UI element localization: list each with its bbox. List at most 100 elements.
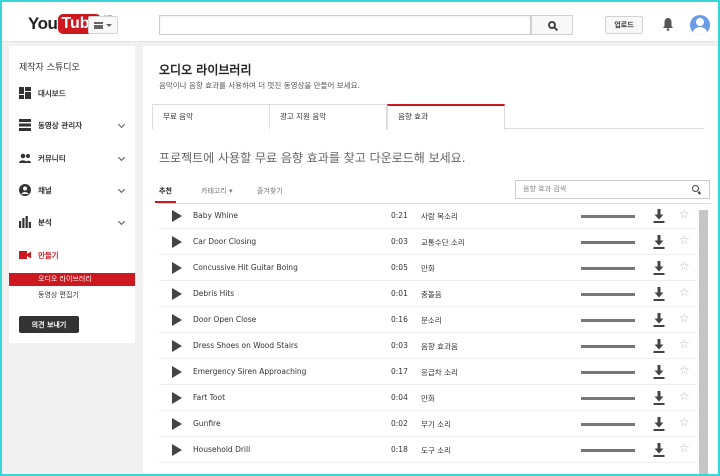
waveform[interactable] [581, 397, 635, 400]
waveform[interactable] [581, 215, 635, 218]
play-icon[interactable] [172, 236, 182, 248]
table-row[interactable]: Gunfire 0:02 무기 소리 ☆ [159, 411, 697, 437]
scrollbar-thumb[interactable] [699, 210, 708, 474]
table-row[interactable]: Fart Toot 0:04 만화 ☆ [159, 385, 697, 411]
waveform[interactable] [581, 267, 635, 270]
sidebar-item-label: 채널 [38, 185, 52, 195]
download-icon[interactable] [653, 287, 665, 301]
sound-category[interactable]: 만화 [421, 393, 435, 404]
tab-sound-effects[interactable]: 음향 효과 [387, 104, 505, 130]
filter-recommended[interactable]: 추천 [155, 183, 176, 203]
tab-ad-supported-music[interactable]: 광고 지원 음악 [269, 104, 387, 129]
download-icon[interactable] [653, 313, 665, 327]
star-icon[interactable]: ☆ [679, 337, 690, 351]
sound-duration: 0:01 [391, 289, 408, 298]
sidebar-item-create[interactable]: 만들기 [9, 245, 135, 265]
play-icon[interactable] [172, 340, 182, 352]
star-icon[interactable]: ☆ [679, 441, 690, 455]
sound-category[interactable]: 교통수단 소리 [421, 237, 465, 248]
star-icon[interactable]: ☆ [679, 259, 690, 273]
play-icon[interactable] [172, 392, 182, 404]
table-row[interactable]: Car Door Closing 0:03 교통수단 소리 ☆ [159, 229, 697, 255]
table-row[interactable]: Emergency Siren Approaching 0:17 응급차 소리 ☆ [159, 359, 697, 385]
download-icon[interactable] [653, 261, 665, 275]
play-icon[interactable] [172, 366, 182, 378]
sidebar-item-video-manager[interactable]: 동영상 관리자 [9, 115, 135, 135]
sound-title: Baby Whine [193, 211, 238, 220]
sidebar-item-dashboard[interactable]: 대시보드 [9, 83, 135, 103]
sound-category[interactable]: 응급차 소리 [421, 367, 458, 378]
waveform[interactable] [581, 319, 635, 322]
search-button[interactable] [531, 15, 573, 35]
chevron-down-icon [117, 217, 126, 226]
tab-free-music[interactable]: 무료 음악 [152, 104, 270, 129]
play-icon[interactable] [172, 444, 182, 456]
sound-category[interactable]: 사람 목소리 [421, 211, 458, 222]
filter-favorites[interactable]: 즐겨찾기 [257, 183, 283, 203]
waveform[interactable] [581, 449, 635, 452]
sound-duration: 0:04 [391, 393, 408, 402]
scrollbar[interactable] [699, 210, 708, 474]
star-icon[interactable]: ☆ [679, 363, 690, 377]
sound-category[interactable]: 음향 효과음 [421, 341, 458, 352]
play-icon[interactable] [172, 262, 182, 274]
waveform[interactable] [581, 423, 635, 426]
download-icon[interactable] [653, 443, 665, 457]
sound-title: Gunfire [193, 419, 221, 428]
table-row[interactable]: Dress Shoes on Wood Stairs 0:03 음향 효과음 ☆ [159, 333, 697, 359]
sound-category[interactable]: 무기 소리 [421, 419, 451, 430]
main-panel: 오디오 라이브러리 음악이나 음향 효과를 사용하여 더 멋진 동영상을 만들어… [143, 46, 717, 474]
star-icon[interactable]: ☆ [679, 207, 690, 221]
play-icon[interactable] [172, 314, 182, 326]
sound-category[interactable]: 도구 소리 [421, 445, 451, 456]
bell-icon[interactable] [662, 17, 674, 31]
filter-category[interactable]: 카테고리 ▾ [201, 183, 233, 203]
search-icon [548, 21, 556, 29]
guide-menu-button[interactable] [88, 16, 118, 34]
search-input[interactable] [159, 15, 531, 35]
sound-category[interactable]: 만화 [421, 263, 435, 274]
sidebar-item-community[interactable]: 커뮤니티 [9, 148, 135, 168]
table-row[interactable]: Concussive Hit Guitar Boing 0:05 만화 ☆ [159, 255, 697, 281]
table-row[interactable]: Household Drill 0:18 도구 소리 ☆ [159, 437, 697, 463]
star-icon[interactable]: ☆ [679, 233, 690, 247]
logo-you-text: You [28, 14, 58, 33]
sound-duration: 0:16 [391, 315, 408, 324]
star-icon[interactable]: ☆ [679, 389, 690, 403]
star-icon[interactable]: ☆ [679, 311, 690, 325]
sidebar: 제작자 스튜디오 대시보드 동영상 관리자 커뮤니티 채널 분석 만들기 오디오… [9, 46, 135, 343]
waveform[interactable] [581, 371, 635, 374]
download-icon[interactable] [653, 365, 665, 379]
sound-effect-search-input[interactable]: 음향 효과 검색 [515, 180, 710, 199]
sidebar-item-channel[interactable]: 채널 [9, 180, 135, 200]
community-icon [19, 153, 31, 163]
download-icon[interactable] [653, 235, 665, 249]
play-icon[interactable] [172, 210, 182, 222]
sound-category[interactable]: 충돌음 [421, 289, 442, 300]
download-icon[interactable] [653, 391, 665, 405]
play-icon[interactable] [172, 288, 182, 300]
avatar[interactable] [690, 15, 710, 35]
download-icon[interactable] [653, 339, 665, 353]
waveform[interactable] [581, 241, 635, 244]
feedback-button[interactable]: 의견 보내기 [19, 316, 79, 333]
caret-down-icon [106, 23, 112, 27]
table-row[interactable]: Baby Whine 0:21 사람 목소리 ☆ [159, 203, 697, 229]
search-icon[interactable] [692, 185, 699, 192]
download-icon[interactable] [653, 417, 665, 431]
sidebar-subitem-audio-library[interactable]: 오디오 라이브러리 [9, 273, 135, 286]
sidebar-subitem-video-editor[interactable]: 동영상 편집기 [9, 289, 135, 302]
sound-title: Household Drill [193, 445, 251, 454]
star-icon[interactable]: ☆ [679, 285, 690, 299]
play-icon[interactable] [172, 418, 182, 430]
sound-category[interactable]: 문소리 [421, 315, 442, 326]
upload-button[interactable]: 업로드 [605, 16, 643, 34]
sidebar-item-label: 분석 [38, 217, 52, 227]
waveform[interactable] [581, 345, 635, 348]
waveform[interactable] [581, 293, 635, 296]
sidebar-item-analytics[interactable]: 분석 [9, 212, 135, 232]
table-row[interactable]: Door Open Close 0:16 문소리 ☆ [159, 307, 697, 333]
table-row[interactable]: Debris Hits 0:01 충돌음 ☆ [159, 281, 697, 307]
download-icon[interactable] [653, 209, 665, 223]
star-icon[interactable]: ☆ [679, 415, 690, 429]
